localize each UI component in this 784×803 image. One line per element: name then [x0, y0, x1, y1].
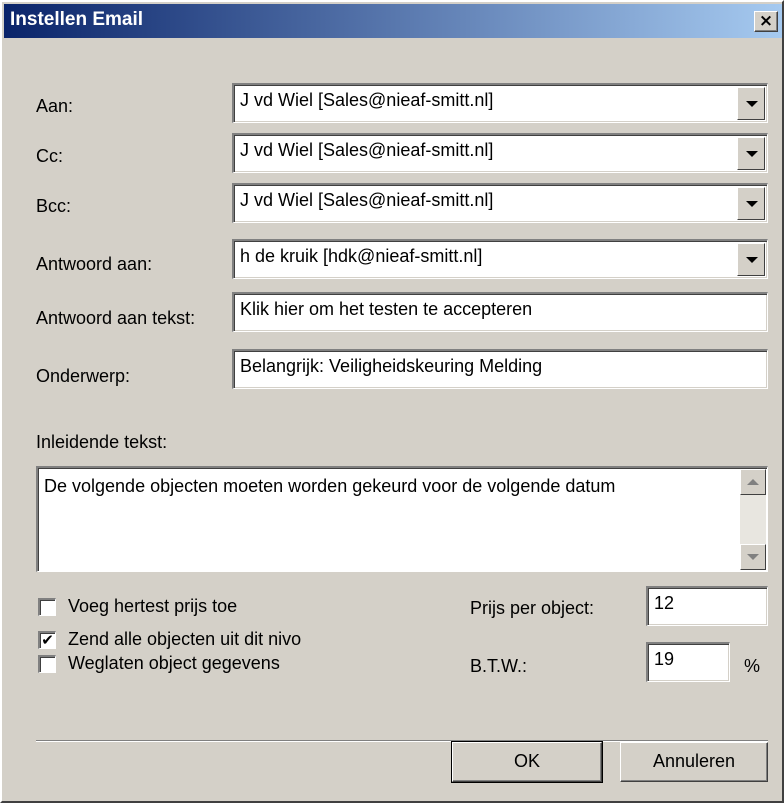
chevron-down-icon — [747, 554, 759, 560]
close-icon: × — [758, 11, 774, 31]
antwoord-aan-dropdown-button[interactable] — [737, 243, 765, 276]
scroll-down-button[interactable] — [740, 544, 766, 570]
chevron-down-icon — [746, 257, 758, 263]
weglaten-label: Weglaten object gegevens — [68, 653, 280, 673]
antwoord-aan-tekst-input[interactable]: Klik hier om het testen te accepteren — [232, 292, 768, 332]
cc-combobox[interactable]: J vd Wiel [Sales@nieaf-smitt.nl] — [232, 133, 768, 173]
btw-input[interactable]: 19 — [646, 642, 730, 682]
voeg-hertest-label: Voeg hertest prijs toe — [68, 596, 238, 616]
onderwerp-label: Onderwerp: — [36, 366, 131, 386]
btw-value: 19 — [654, 649, 675, 669]
inleidende-tekst-textarea[interactable]: De volgende objecten moeten worden gekeu… — [36, 466, 768, 572]
antwoord-aan-tekst-label: Antwoord aan tekst: — [36, 308, 196, 328]
bcc-value: J vd Wiel [Sales@nieaf-smitt.nl] — [240, 190, 494, 210]
window-title: Instellen Email — [10, 9, 144, 30]
antwoord-aan-tekst-value: Klik hier om het testen te accepteren — [240, 299, 533, 319]
prijs-per-object-label: Prijs per object: — [470, 598, 595, 618]
email-settings-dialog: Instellen Email × Aan: J vd Wiel [Sales@… — [0, 0, 784, 803]
cc-dropdown-button[interactable] — [737, 137, 765, 170]
btw-percent-unit: % — [744, 656, 761, 676]
zend-alle-checkbox[interactable]: ✔ — [38, 631, 56, 649]
prijs-per-object-input[interactable]: 12 — [646, 586, 768, 626]
aan-value: J vd Wiel [Sales@nieaf-smitt.nl] — [240, 90, 494, 110]
ok-button[interactable]: OK — [451, 741, 603, 783]
prijs-per-object-value: 12 — [654, 593, 675, 613]
chevron-up-icon — [747, 479, 759, 485]
title-bar[interactable]: Instellen Email × — [4, 4, 782, 38]
cc-value: J vd Wiel [Sales@nieaf-smitt.nl] — [240, 140, 494, 160]
aan-dropdown-button[interactable] — [737, 87, 765, 120]
inleidende-tekst-label: Inleidende tekst: — [36, 432, 168, 452]
vertical-scrollbar[interactable] — [740, 469, 766, 570]
chevron-down-icon — [746, 101, 758, 107]
weglaten-checkbox[interactable] — [38, 655, 56, 673]
bcc-label: Bcc: — [36, 196, 72, 216]
scroll-up-button[interactable] — [740, 469, 766, 495]
checkmark-icon: ✔ — [41, 631, 54, 649]
bcc-combobox[interactable]: J vd Wiel [Sales@nieaf-smitt.nl] — [232, 183, 768, 223]
chevron-down-icon — [746, 201, 758, 207]
antwoord-aan-label: Antwoord aan: — [36, 254, 153, 274]
bcc-dropdown-button[interactable] — [737, 187, 765, 220]
zend-alle-label: Zend alle objecten uit dit nivo — [68, 629, 302, 649]
onderwerp-value: Belangrijk: Veiligheidskeuring Melding — [240, 356, 543, 376]
chevron-down-icon — [746, 151, 758, 157]
cancel-button[interactable]: Annuleren — [620, 742, 768, 782]
btw-label: B.T.W.: — [470, 656, 528, 676]
cc-label: Cc: — [36, 146, 63, 166]
antwoord-aan-value: h de kruik [hdk@nieaf-smitt.nl] — [240, 246, 483, 266]
inleidende-tekst-value: De volgende objecten moeten worden gekeu… — [44, 476, 616, 496]
aan-combobox[interactable]: J vd Wiel [Sales@nieaf-smitt.nl] — [232, 83, 768, 123]
aan-label: Aan: — [36, 96, 74, 116]
voeg-hertest-checkbox[interactable] — [38, 598, 56, 616]
antwoord-aan-combobox[interactable]: h de kruik [hdk@nieaf-smitt.nl] — [232, 239, 768, 279]
close-button[interactable]: × — [754, 11, 778, 32]
onderwerp-input[interactable]: Belangrijk: Veiligheidskeuring Melding — [232, 349, 768, 389]
